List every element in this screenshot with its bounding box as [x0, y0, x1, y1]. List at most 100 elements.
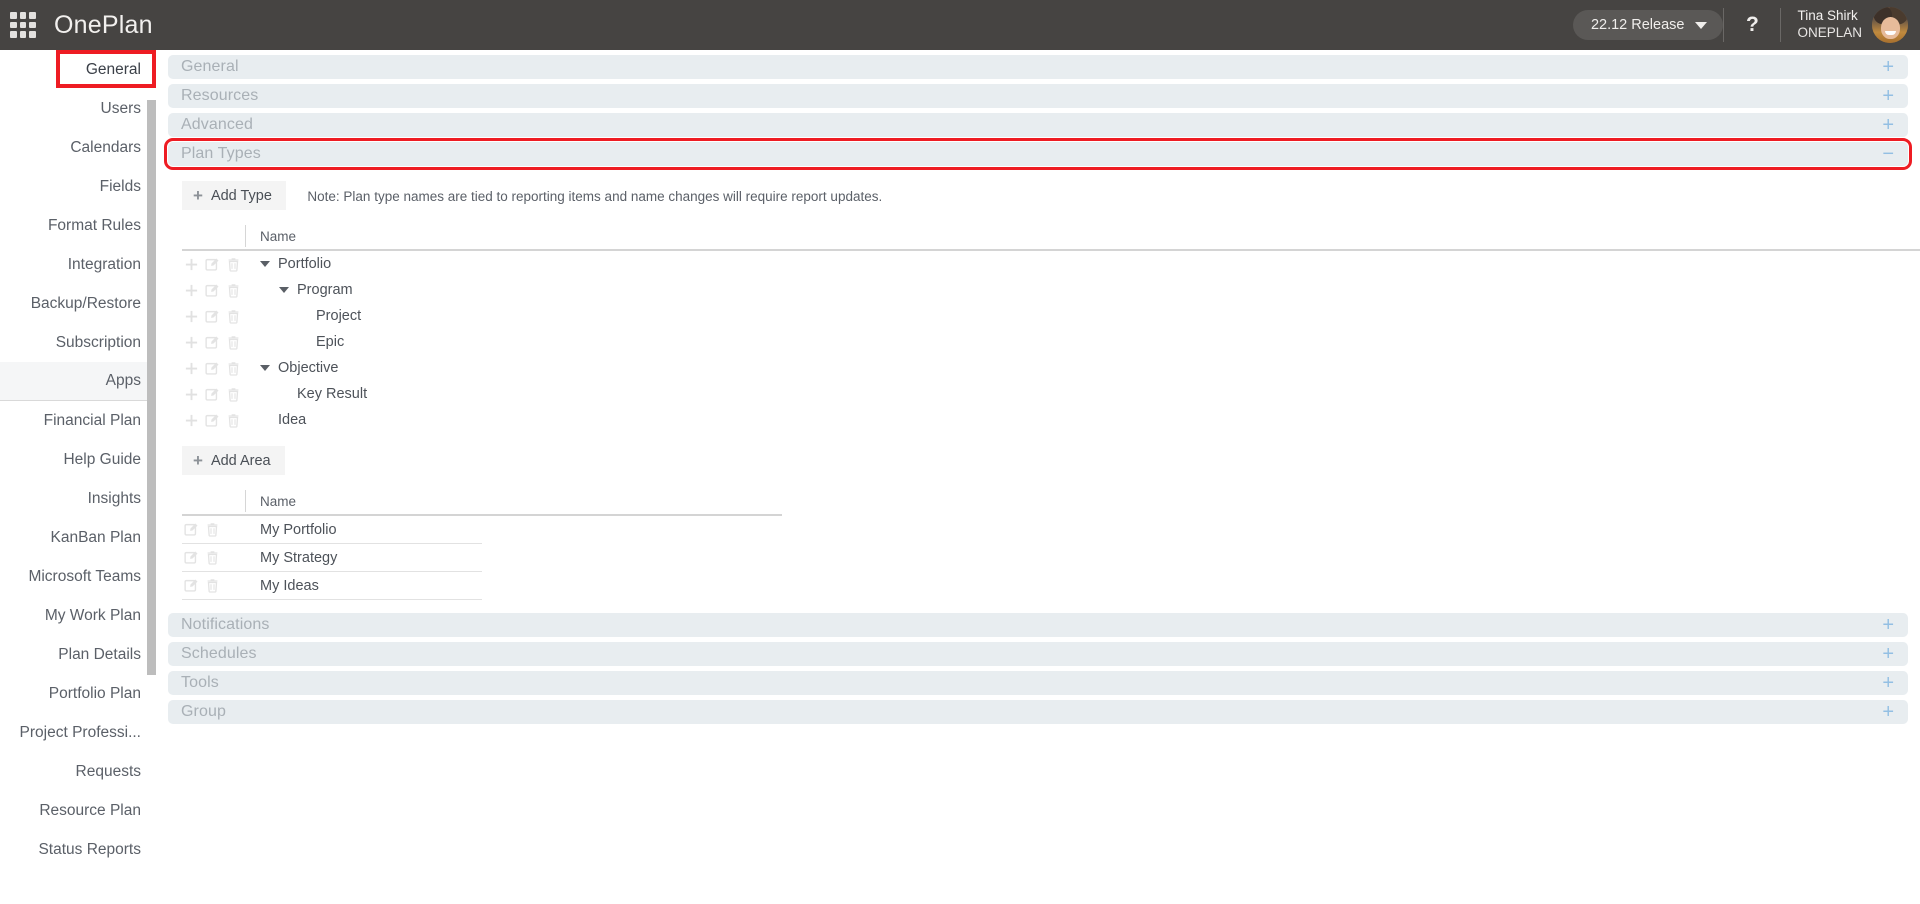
add-child-plus-icon[interactable] — [183, 386, 200, 403]
sidebar-item-apps[interactable]: Apps — [0, 362, 156, 401]
tree-collapse-triangle-icon[interactable] — [279, 287, 289, 293]
sidebar-item-insights[interactable]: Insights — [0, 479, 156, 518]
plan-type-name-cell: Objective — [246, 360, 338, 376]
edit-pencil-icon[interactable] — [204, 412, 221, 429]
sidebar-item-portfolio-plan[interactable]: Portfolio Plan — [0, 674, 156, 713]
release-version-dropdown[interactable]: 22.12 Release — [1572, 10, 1724, 40]
add-child-plus-icon[interactable] — [183, 256, 200, 273]
plan-type-row[interactable]: Portfolio — [182, 251, 1920, 277]
tree-collapse-triangle-icon[interactable] — [260, 365, 270, 371]
delete-trash-icon[interactable] — [225, 334, 242, 351]
section-header-plan-types[interactable]: Plan Types − — [164, 138, 1912, 170]
plan-types-row-list: Portfolio Program Project Epic Objective Key … — [182, 251, 1920, 433]
delete-trash-icon[interactable] — [225, 308, 242, 325]
sidebar-item-fields[interactable]: Fields — [0, 167, 156, 206]
sidebar-item-microsoft-teams[interactable]: Microsoft Teams — [0, 557, 156, 596]
actions-column-header — [182, 490, 246, 512]
sidebar-item-project-professi[interactable]: Project Professi... — [0, 713, 156, 752]
area-row[interactable]: My Portfolio — [182, 516, 1920, 543]
user-avatar[interactable] — [1872, 7, 1908, 43]
row-action-icons — [182, 282, 246, 299]
delete-trash-icon[interactable] — [204, 549, 221, 566]
plan-type-row[interactable]: Epic — [182, 329, 1920, 355]
plan-type-row[interactable]: Objective — [182, 355, 1920, 381]
plan-type-name-label: Program — [297, 282, 353, 298]
sidebar-item-calendars[interactable]: Calendars — [0, 128, 156, 167]
plan-type-row[interactable]: Program — [182, 277, 1920, 303]
edit-pencil-icon[interactable] — [204, 334, 221, 351]
sidebar-item-help-guide[interactable]: Help Guide — [0, 440, 156, 479]
sidebar-item-label: Integration — [67, 255, 141, 273]
edit-pencil-icon[interactable] — [204, 386, 221, 403]
plan-type-name-cell: Program — [246, 282, 353, 298]
section-header-general[interactable]: General + — [168, 55, 1908, 79]
add-child-plus-icon[interactable] — [183, 412, 200, 429]
edit-pencil-icon[interactable] — [204, 282, 221, 299]
sidebar-item-financial-plan[interactable]: Financial Plan — [0, 401, 156, 440]
sidebar-item-label: KanBan Plan — [50, 528, 142, 546]
release-version-label: 22.12 Release — [1590, 17, 1685, 33]
help-button[interactable]: ? — [1724, 0, 1780, 50]
sidebar-item-kanban-plan[interactable]: KanBan Plan — [0, 518, 156, 557]
sidebar-item-my-work-plan[interactable]: My Work Plan — [0, 596, 156, 635]
user-menu[interactable]: Tina Shirk ONEPLAN — [1781, 7, 1912, 43]
plan-type-row[interactable]: Project — [182, 303, 1920, 329]
tree-collapse-triangle-icon[interactable] — [260, 261, 270, 267]
section-header-advanced[interactable]: Advanced + — [168, 113, 1908, 137]
areas-grid: Name My Portfolio My Strategy My Ideas — [182, 488, 1920, 600]
expand-plus-icon[interactable]: + — [1882, 615, 1894, 635]
sidebar-item-subscription[interactable]: Subscription — [0, 323, 156, 362]
expand-plus-icon[interactable]: + — [1882, 644, 1894, 664]
add-child-plus-icon[interactable] — [183, 308, 200, 325]
settings-sidebar[interactable]: General Users Calendars Fields Format Rules I… — [0, 50, 156, 904]
sidebar-scrollbar-thumb[interactable] — [147, 100, 156, 675]
edit-pencil-icon[interactable] — [204, 360, 221, 377]
question-mark-icon: ? — [1746, 13, 1759, 36]
expand-plus-icon[interactable]: + — [1882, 115, 1894, 135]
plus-icon: + — [193, 451, 203, 470]
add-area-button[interactable]: + Add Area — [182, 446, 285, 475]
delete-trash-icon[interactable] — [225, 282, 242, 299]
plan-type-row[interactable]: Idea — [182, 407, 1920, 433]
section-header-group[interactable]: Group + — [168, 700, 1908, 724]
add-child-plus-icon[interactable] — [183, 360, 200, 377]
delete-trash-icon[interactable] — [225, 360, 242, 377]
sidebar-item-requests[interactable]: Requests — [0, 752, 156, 791]
section-header-tools[interactable]: Tools + — [168, 671, 1908, 695]
delete-trash-icon[interactable] — [204, 577, 221, 594]
plan-type-row[interactable]: Key Result — [182, 381, 1920, 407]
edit-pencil-icon[interactable] — [204, 308, 221, 325]
edit-pencil-icon[interactable] — [183, 521, 200, 538]
delete-trash-icon[interactable] — [204, 521, 221, 538]
edit-pencil-icon[interactable] — [204, 256, 221, 273]
delete-trash-icon[interactable] — [225, 412, 242, 429]
sidebar-item-plan-details[interactable]: Plan Details — [0, 635, 156, 674]
app-grid-icon[interactable] — [10, 12, 36, 38]
expand-plus-icon[interactable]: + — [1882, 673, 1894, 693]
edit-pencil-icon[interactable] — [183, 549, 200, 566]
sidebar-item-backup-restore[interactable]: Backup/Restore — [0, 284, 156, 323]
sidebar-item-general[interactable]: General — [0, 50, 156, 89]
add-child-plus-icon[interactable] — [183, 334, 200, 351]
add-child-plus-icon[interactable] — [183, 282, 200, 299]
area-row[interactable]: My Strategy — [182, 544, 1920, 571]
section-header-schedules[interactable]: Schedules + — [168, 642, 1908, 666]
delete-trash-icon[interactable] — [225, 256, 242, 273]
expand-plus-icon[interactable]: + — [1882, 86, 1894, 106]
expand-plus-icon[interactable]: + — [1882, 57, 1894, 77]
sidebar-scrollbar[interactable] — [147, 100, 156, 904]
sidebar-item-integration[interactable]: Integration — [0, 245, 156, 284]
sidebar-item-status-reports[interactable]: Status Reports — [0, 830, 156, 869]
collapsed-sections-top: General + Resources + Advanced + — [156, 55, 1920, 137]
sidebar-item-format-rules[interactable]: Format Rules — [0, 206, 156, 245]
expand-plus-icon[interactable]: + — [1882, 702, 1894, 722]
sidebar-item-resource-plan[interactable]: Resource Plan — [0, 791, 156, 830]
add-type-button[interactable]: + Add Type — [182, 181, 286, 210]
section-header-notifications[interactable]: Notifications + — [168, 613, 1908, 637]
section-header-resources[interactable]: Resources + — [168, 84, 1908, 108]
area-row[interactable]: My Ideas — [182, 572, 1920, 599]
edit-pencil-icon[interactable] — [183, 577, 200, 594]
sidebar-item-users[interactable]: Users — [0, 89, 156, 128]
collapse-minus-icon[interactable]: − — [1882, 144, 1894, 164]
delete-trash-icon[interactable] — [225, 386, 242, 403]
